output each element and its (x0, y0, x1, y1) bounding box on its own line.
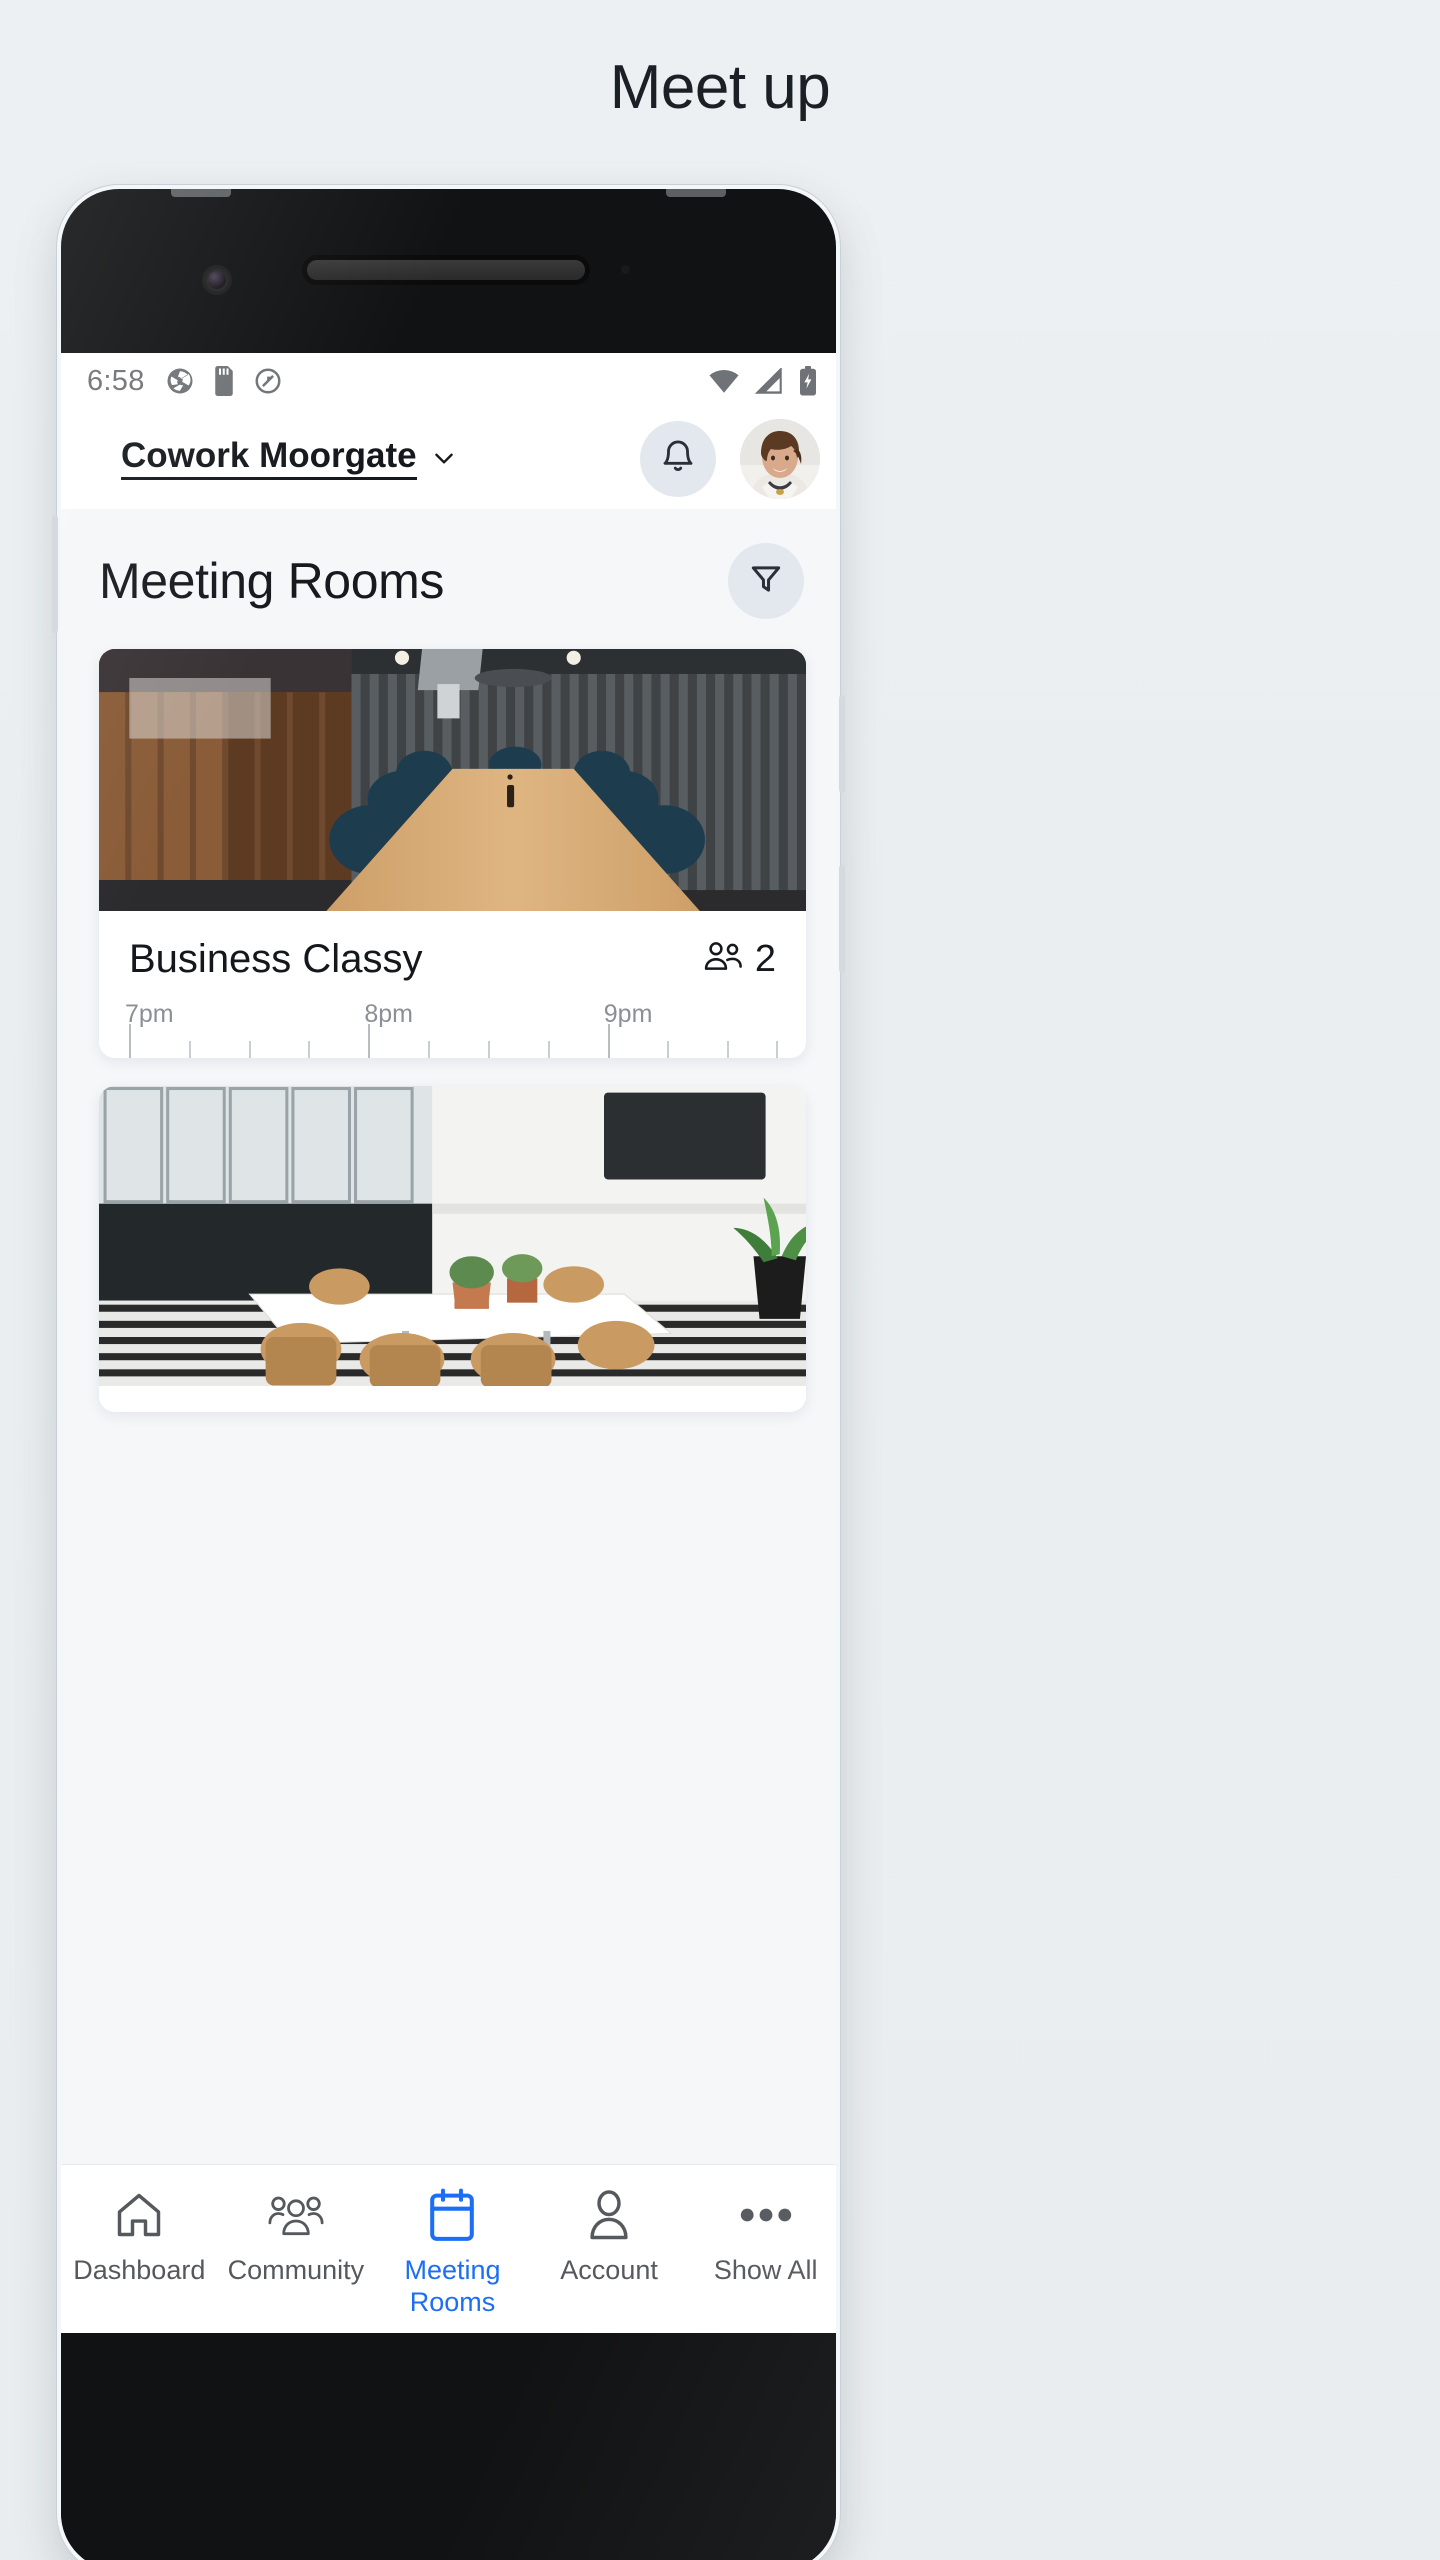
header-actions (640, 419, 820, 499)
nav-item-meeting-rooms[interactable]: Meeting Rooms (374, 2187, 531, 2319)
timeline-tick-minor (188, 1041, 191, 1058)
camera-aperture-icon (165, 366, 195, 396)
nav-item-account[interactable]: Account (531, 2187, 688, 2287)
filter-funnel-icon (747, 560, 785, 603)
screenshot-root: Meet up 6:58 Cowork Moorgate Meeting Roo… (0, 0, 1440, 2560)
cellular-signal-icon (754, 368, 784, 394)
phone-body: 6:58 Cowork Moorgate Meeting Rooms Busin… (61, 189, 836, 2560)
sd-card-icon (211, 366, 237, 396)
nav-item-community[interactable]: Community (218, 2187, 375, 2287)
app-header: Cowork Moorgate (61, 409, 836, 509)
battery-charging-icon (798, 366, 818, 396)
notification-bell-button[interactable] (640, 421, 716, 497)
timeline-tick-minor (547, 1041, 550, 1058)
room-availability-timeline[interactable]: 7pm 8pm 9pm (125, 1000, 778, 1058)
room-photo-image (99, 649, 806, 911)
chevron-down-icon (431, 445, 457, 471)
filter-button[interactable] (728, 543, 804, 619)
bottom-navigation: Dashboard Community Meeting Rooms Accoun… (61, 2165, 836, 2341)
room-capacity: 2 (701, 938, 776, 981)
status-right-icons (708, 366, 818, 396)
people-icon (701, 938, 743, 981)
home-icon (113, 2187, 165, 2243)
phone-side-button (839, 865, 845, 973)
wifi-icon (708, 368, 740, 394)
room-photo (99, 1086, 806, 1386)
room-capacity-value: 2 (754, 938, 776, 980)
timeline-tick-minor (727, 1041, 730, 1058)
calendar-icon (426, 2187, 478, 2243)
earpiece-speaker (307, 260, 585, 280)
room-card-body: Business Classy 2 7pm 8pm 9pm (99, 911, 806, 1058)
user-avatar[interactable] (740, 419, 820, 499)
avatar-image (740, 419, 820, 499)
timeline-tick-major (607, 1024, 610, 1058)
status-left-icons (165, 366, 283, 396)
proximity-sensor (621, 265, 630, 274)
nav-label: Meeting Rooms (404, 2255, 501, 2317)
person-icon (584, 2187, 634, 2243)
room-name: Business Classy (129, 937, 423, 981)
status-time: 6:58 (87, 364, 145, 397)
nav-label: Account (560, 2255, 658, 2285)
screen-record-icon (253, 366, 283, 396)
room-card[interactable]: Business Classy 2 7pm 8pm 9pm (99, 649, 806, 1058)
page-title-row: Meeting Rooms (61, 509, 836, 649)
phone-mockup: 6:58 Cowork Moorgate Meeting Rooms Busin… (52, 185, 845, 2560)
bell-icon (659, 438, 697, 481)
timeline-tick-minor (776, 1041, 778, 1058)
room-photo (99, 649, 806, 911)
phone-screen: 6:58 Cowork Moorgate Meeting Rooms Busin… (61, 353, 836, 2341)
room-card-header: Business Classy 2 (129, 937, 776, 982)
room-card[interactable] (99, 1086, 806, 1412)
people-icon (268, 2187, 324, 2243)
nav-label: Show All (713, 2255, 818, 2285)
nav-item-show-all[interactable]: Show All (687, 2187, 836, 2287)
timeline-ticks (129, 1024, 778, 1058)
phone-power-button (839, 695, 845, 793)
venue-name: Cowork Moorgate (121, 437, 417, 481)
phone-antenna-left (171, 189, 231, 197)
room-card-body (99, 1386, 806, 1412)
page-title: Meeting Rooms (99, 553, 444, 609)
status-bar: 6:58 (61, 353, 836, 409)
timeline-labels: 7pm 8pm 9pm (125, 1000, 776, 1028)
phone-bottom-bezel (61, 2333, 836, 2560)
ellipsis-icon (740, 2187, 792, 2243)
timeline-tick-minor (427, 1041, 430, 1058)
timeline-tick-minor (308, 1041, 311, 1058)
room-photo-image (99, 1086, 806, 1386)
nav-item-dashboard[interactable]: Dashboard (61, 2187, 218, 2287)
venue-selector[interactable]: Cowork Moorgate (121, 437, 457, 481)
timeline-tick-major (368, 1024, 371, 1058)
phone-volume-button (52, 515, 58, 633)
timeline-tick-major (129, 1024, 131, 1058)
page-heading: Meet up (609, 53, 831, 122)
front-camera (202, 265, 232, 295)
main-content: Meeting Rooms Business Classy 2 7pm 8pm … (61, 509, 836, 2341)
phone-antenna-right (666, 189, 726, 197)
timeline-tick-minor (488, 1041, 491, 1058)
timeline-tick-minor (248, 1041, 251, 1058)
nav-label: Dashboard (73, 2255, 206, 2285)
nav-label: Community (227, 2255, 365, 2285)
timeline-tick-minor (667, 1041, 670, 1058)
